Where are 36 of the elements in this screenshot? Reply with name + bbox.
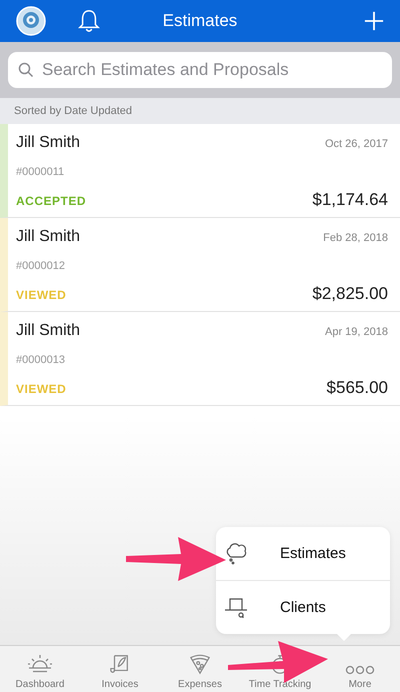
client-name: Jill Smith <box>16 322 80 340</box>
tab-item[interactable]: Dashboard <box>0 646 80 692</box>
status-label: VIEWED <box>16 382 66 396</box>
scroll-quill-icon <box>109 653 131 675</box>
estimate-amount: $565.00 <box>326 378 388 398</box>
status-label: ACCEPTED <box>16 194 86 208</box>
more-icon <box>345 665 375 675</box>
search-field[interactable]: Search Estimates and Proposals <box>8 52 392 88</box>
client-name: Jill Smith <box>16 228 80 246</box>
pizza-icon <box>189 653 211 675</box>
avatar-icon[interactable] <box>16 6 46 36</box>
list-header: Sorted by Date Updated <box>0 98 400 124</box>
estimate-amount: $1,174.64 <box>312 190 388 210</box>
screen-title: Estimates <box>162 11 238 31</box>
estimate-amount: $2,825.00 <box>312 284 388 304</box>
estimate-date: Feb 28, 2018 <box>323 232 388 244</box>
tab-item[interactable]: Expenses <box>160 646 240 692</box>
bell-icon[interactable] <box>78 9 100 33</box>
estimate-number: #0000013 <box>16 354 66 366</box>
estimate-number: #0000011 <box>16 166 66 178</box>
estimate-row[interactable]: Jill Smith Oct 26, 2017 #0000011 ACCEPTED $1,174.64 <box>0 124 400 218</box>
estimate-number: #0000012 <box>16 260 66 272</box>
tab-item[interactable]: Invoices <box>80 646 160 692</box>
estimate-row[interactable]: Jill Smith Feb 28, 2018 #0000012 VIEWED $2,825.00 <box>0 218 400 312</box>
sunrise-icon <box>27 653 53 675</box>
top-hat-icon <box>224 596 248 618</box>
client-name: Jill Smith <box>16 134 80 152</box>
thought-cloud-icon <box>224 542 248 564</box>
search-icon <box>18 62 34 78</box>
tab-item[interactable]: More <box>320 646 400 692</box>
estimate-date: Oct 26, 2017 <box>325 138 388 150</box>
menu-item[interactable]: Clients <box>216 581 390 634</box>
estimate-row[interactable]: Jill Smith Apr 19, 2018 #0000013 VIEWED $565.00 <box>0 312 400 406</box>
add-icon[interactable] <box>364 11 384 31</box>
status-label: VIEWED <box>16 288 66 302</box>
estimate-date: Apr 19, 2018 <box>325 326 388 338</box>
